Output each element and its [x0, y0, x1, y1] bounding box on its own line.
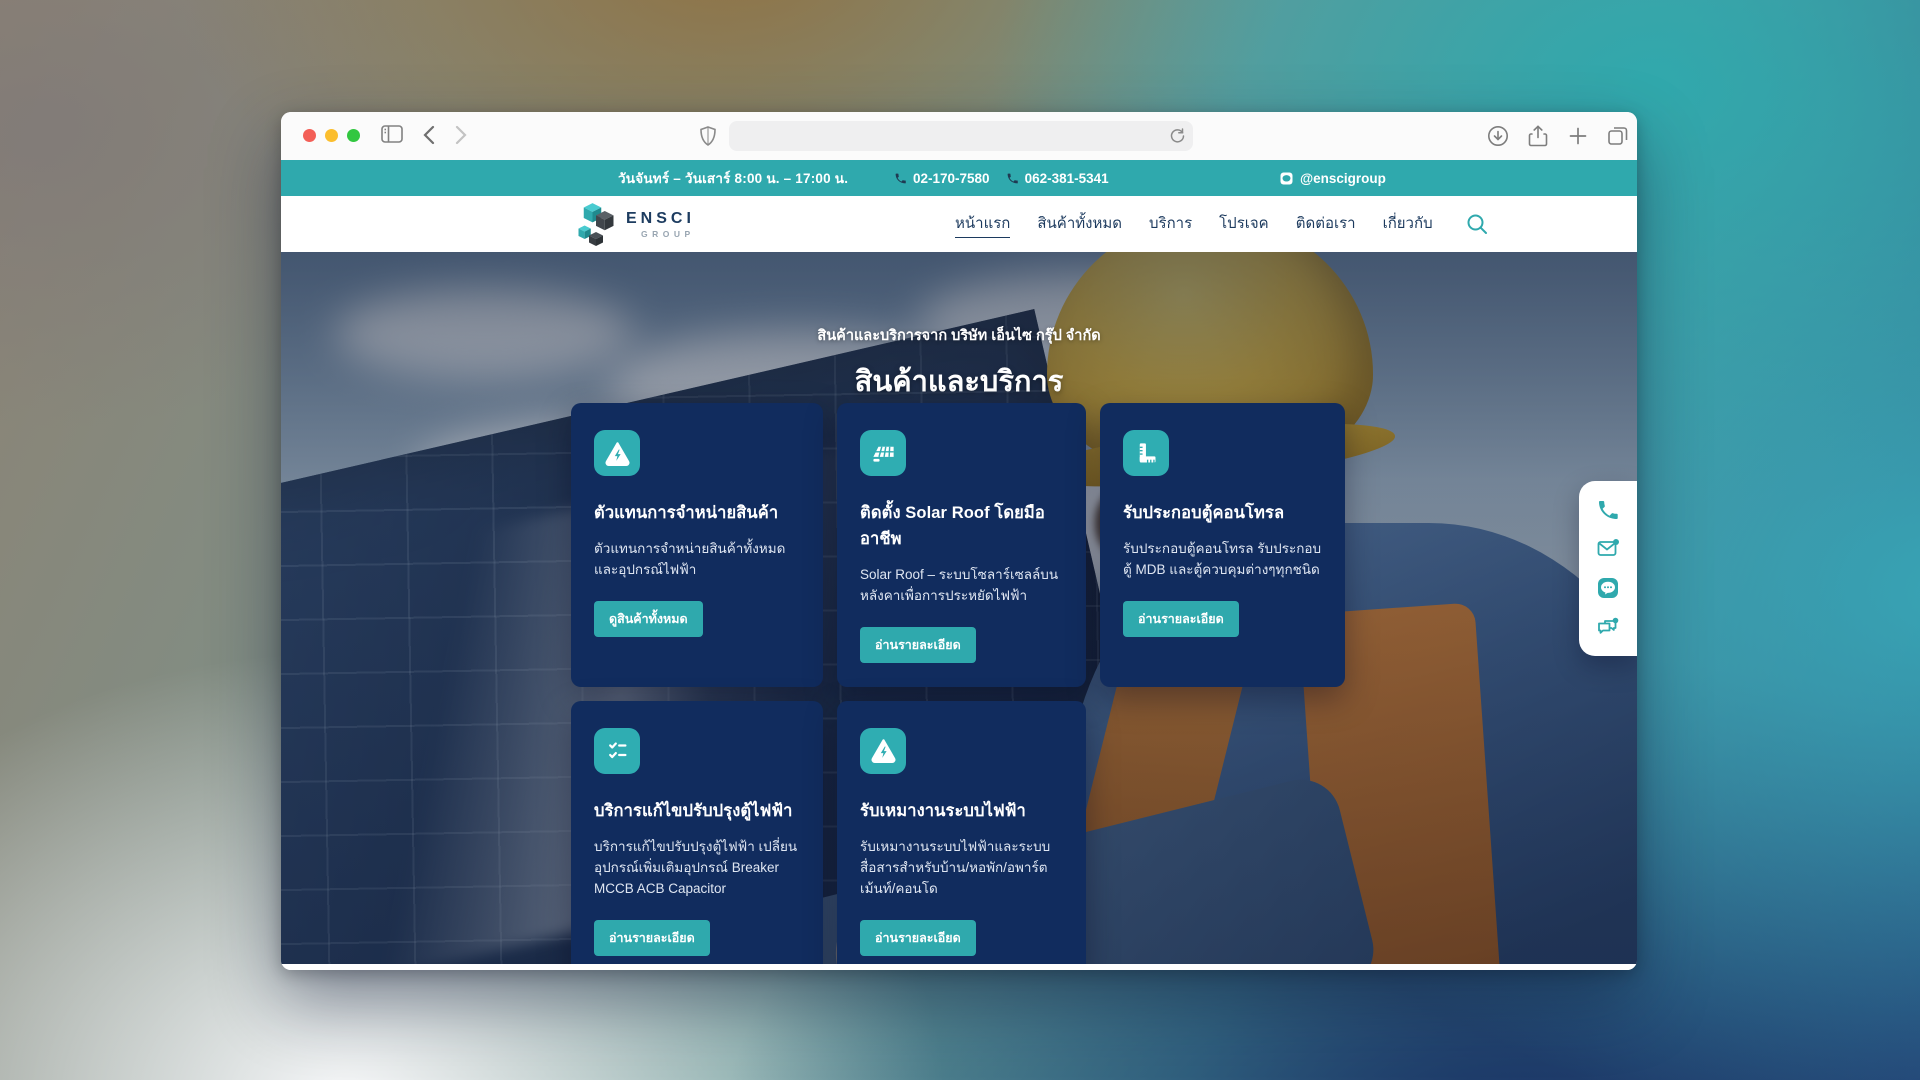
service-card-solar-roof: ติดตั้ง Solar Roof โดยมืออาชีพ Solar Roo… [837, 403, 1086, 687]
new-tab-icon[interactable] [1567, 125, 1589, 152]
hero-eyebrow: สินค้าและบริการจาก บริษัท เอ็นไซ กรุ๊ป จ… [281, 324, 1637, 347]
tabs-overview-icon[interactable] [1607, 125, 1629, 152]
chat-icon[interactable] [1596, 615, 1620, 639]
service-card-electrical-contract: รับเหมางานระบบไฟฟ้า รับเหมางานระบบไฟฟ้าแ… [837, 701, 1086, 964]
forward-icon[interactable] [455, 125, 467, 150]
read-more-button[interactable]: อ่านรายละเอียด [1123, 601, 1239, 637]
logo-name: ENSCI [626, 211, 695, 227]
browser-window: วันจันทร์ – วันเสาร์ 8:00 น. – 17:00 น. … [281, 112, 1637, 970]
nav-item-about[interactable]: เกี่ยวกับ [1383, 211, 1433, 237]
nav-item-home[interactable]: หน้าแรก [955, 211, 1010, 238]
card-description: Solar Roof – ระบบโซลาร์เซลล์บนหลังคาเพื่… [860, 565, 1064, 607]
card-title: ติดตั้ง Solar Roof โดยมืออาชีพ [860, 500, 1064, 552]
nav-links: หน้าแรก สินค้าทั้งหมด บริการ โปรเจค ติดต… [955, 196, 1489, 252]
site-info-bar: วันจันทร์ – วันเสาร์ 8:00 น. – 17:00 น. … [281, 160, 1637, 196]
phone-link-1[interactable]: 02-170-7580 [894, 171, 990, 186]
line-icon[interactable] [1596, 576, 1620, 600]
read-more-button[interactable]: อ่านรายละเอียด [860, 627, 976, 663]
download-icon[interactable] [1487, 125, 1509, 152]
line-account-link[interactable]: @enscigroup [1280, 160, 1386, 196]
card-title: ตัวแทนการจำหน่ายสินค้า [594, 500, 801, 526]
card-description: บริการแก้ไขปรับปรุงตู้ไฟฟ้า เปลี่ยนอุปกร… [594, 837, 801, 900]
nav-item-projects[interactable]: โปรเจค [1219, 211, 1269, 237]
card-description: รับประกอบตู้คอนโทรล รับประกอบตู้ MDB และ… [1123, 539, 1323, 581]
quick-contact-panel [1579, 481, 1637, 656]
hero-section: สินค้าและบริการจาก บริษัท เอ็นไซ กรุ๊ป จ… [281, 252, 1637, 964]
logo-cubes-icon [575, 202, 617, 248]
view-all-products-button[interactable]: ดูสินค้าทั้งหมด [594, 601, 703, 637]
sidebar-toggle-icon[interactable] [381, 125, 403, 148]
search-icon[interactable] [1465, 212, 1489, 236]
solar-roof-icon [860, 430, 906, 476]
page-title: สินค้าและบริการ [281, 358, 1637, 404]
minimize-window-button[interactable] [325, 129, 338, 142]
site-logo[interactable]: ENSCI GROUP [575, 202, 695, 248]
nav-item-contact[interactable]: ติดต่อเรา [1296, 211, 1356, 237]
phone-number: 062-381-5341 [1025, 171, 1109, 186]
phone-icon [894, 172, 907, 185]
main-navigation: ENSCI GROUP หน้าแรก สินค้าทั้งหมด บริการ… [281, 196, 1637, 252]
phone-numbers: 02-170-7580 062-381-5341 [894, 160, 1109, 196]
shield-icon [700, 126, 716, 151]
electric-warning-triangle-icon [594, 430, 640, 476]
back-icon[interactable] [423, 125, 435, 150]
zoom-window-button[interactable] [347, 129, 360, 142]
address-bar[interactable] [729, 121, 1193, 151]
line-icon [1280, 172, 1293, 185]
business-hours: วันจันทร์ – วันเสาร์ 8:00 น. – 17:00 น. [618, 167, 848, 189]
service-card-control-cabinet: รับประกอบตู้คอนโทรล รับประกอบตู้คอนโทรล … [1100, 403, 1345, 687]
phone-icon [1006, 172, 1019, 185]
logo-text: ENSCI GROUP [626, 211, 695, 239]
card-title: รับเหมางานระบบไฟฟ้า [860, 798, 1064, 824]
nav-item-all-products[interactable]: สินค้าทั้งหมด [1037, 211, 1122, 237]
browser-toolbar [281, 112, 1637, 160]
service-card-panel-repair: บริการแก้ไขปรับปรุงตู้ไฟฟ้า บริการแก้ไขป… [571, 701, 823, 964]
read-more-button[interactable]: อ่านรายละเอียด [860, 920, 976, 956]
service-card-dealer: ตัวแทนการจำหน่ายสินค้า ตัวแทนการจำหน่ายส… [571, 403, 823, 687]
card-description: ตัวแทนการจำหน่ายสินค้าทั้งหมดและอุปกรณ์ไ… [594, 539, 801, 581]
close-window-button[interactable] [303, 129, 316, 142]
mail-icon[interactable] [1596, 537, 1620, 561]
phone-link-2[interactable]: 062-381-5341 [1006, 171, 1109, 186]
electric-warning-triangle-icon [860, 728, 906, 774]
ruler-square-icon [1123, 430, 1169, 476]
share-icon[interactable] [1527, 125, 1549, 152]
window-controls [303, 129, 360, 142]
logo-subtitle: GROUP [626, 230, 695, 239]
hero-heading: สินค้าและบริการจาก บริษัท เอ็นไซ กรุ๊ป จ… [281, 324, 1637, 404]
service-cards-grid: ตัวแทนการจำหน่ายสินค้า ตัวแทนการจำหน่ายส… [571, 403, 1345, 964]
card-title: บริการแก้ไขปรับปรุงตู้ไฟฟ้า [594, 798, 801, 824]
window-bottom-edge [281, 964, 1637, 970]
read-more-button[interactable]: อ่านรายละเอียด [594, 920, 710, 956]
desktop-background: วันจันทร์ – วันเสาร์ 8:00 น. – 17:00 น. … [0, 0, 1920, 1080]
nav-item-services[interactable]: บริการ [1149, 211, 1192, 237]
card-title: รับประกอบตู้คอนโทรล [1123, 500, 1323, 526]
phone-icon[interactable] [1596, 498, 1620, 522]
checklist-icon [594, 728, 640, 774]
line-id-text: @enscigroup [1300, 171, 1386, 186]
reload-icon[interactable] [1169, 127, 1186, 149]
phone-number: 02-170-7580 [913, 171, 990, 186]
toolbar-right-icons [1487, 125, 1629, 152]
card-description: รับเหมางานระบบไฟฟ้าและระบบสื่อสารสำหรับบ… [860, 837, 1064, 900]
